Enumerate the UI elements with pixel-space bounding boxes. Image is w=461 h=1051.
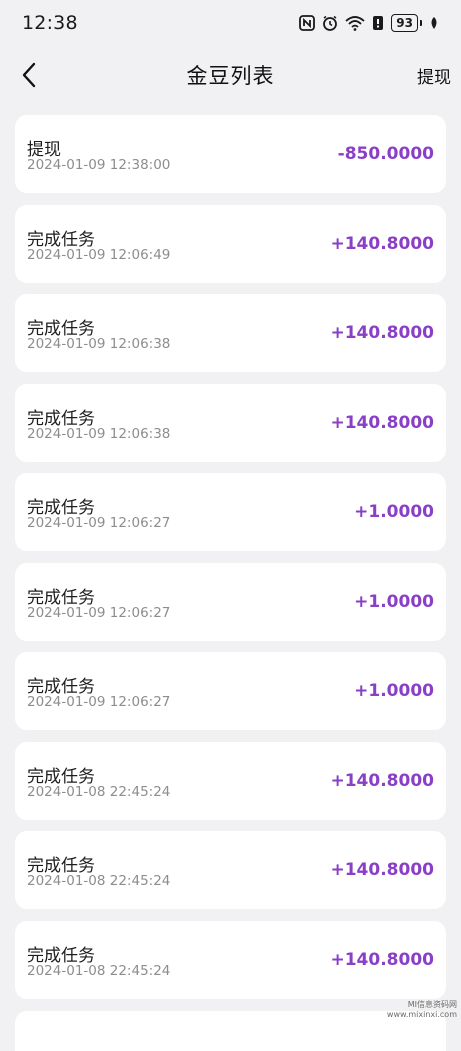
item-amount: -850.0000 <box>337 144 434 164</box>
watermark-line: www.mixinxi.com <box>386 1010 457 1019</box>
battery-indicator: 93 <box>391 14 418 32</box>
watermark: MI信息资码网 www.mixinxi.com <box>387 1000 457 1020</box>
list-item[interactable]: 完成任务 2024-01-08 22:45:24 +140.8000 <box>15 921 446 999</box>
item-amount: +1.0000 <box>354 592 434 612</box>
list-item[interactable]: 完成任务 2024-01-08 22:45:24 +140.8000 <box>15 742 446 820</box>
item-time: 2024-01-09 12:06:27 <box>27 605 171 621</box>
page-title: 金豆列表 <box>186 64 275 88</box>
leaf-icon <box>431 17 437 29</box>
item-time: 2024-01-09 12:38:00 <box>27 157 171 173</box>
status-bar: 12:38 93 <box>0 0 461 46</box>
list-item[interactable]: 完成任务 2024-01-09 12:06:49 +140.8000 <box>15 205 446 283</box>
item-amount: +140.8000 <box>330 950 434 970</box>
notification-icon <box>373 16 384 30</box>
nfc-icon <box>299 15 316 31</box>
item-amount: +1.0000 <box>354 681 434 701</box>
wifi-icon <box>345 16 365 31</box>
list-item-partial[interactable] <box>15 1011 446 1051</box>
item-time: 2024-01-08 22:45:24 <box>27 873 171 889</box>
chevron-left-icon <box>22 62 36 88</box>
nav-bar: 金豆列表 提现 <box>0 46 461 104</box>
list-item[interactable]: 完成任务 2024-01-08 22:45:24 +140.8000 <box>15 831 446 909</box>
withdraw-button[interactable]: 提现 <box>417 63 451 88</box>
item-amount: +140.8000 <box>330 323 434 343</box>
list-item[interactable]: 完成任务 2024-01-09 12:06:27 +1.0000 <box>15 473 446 551</box>
battery-icon <box>420 20 422 26</box>
back-button[interactable] <box>14 60 44 90</box>
item-amount: +140.8000 <box>330 234 434 254</box>
item-amount: +140.8000 <box>330 413 434 433</box>
item-time: 2024-01-09 12:06:27 <box>27 694 171 710</box>
list-item[interactable]: 提现 2024-01-09 12:38:00 -850.0000 <box>15 115 446 193</box>
item-amount: +1.0000 <box>354 502 434 522</box>
status-time: 12:38 <box>22 12 78 34</box>
list-item[interactable]: 完成任务 2024-01-09 12:06:27 +1.0000 <box>15 652 446 730</box>
item-amount: +140.8000 <box>330 771 434 791</box>
item-time: 2024-01-08 22:45:24 <box>27 784 171 800</box>
item-time: 2024-01-09 12:06:38 <box>27 336 171 352</box>
item-time: 2024-01-09 12:06:38 <box>27 426 171 442</box>
item-amount: +140.8000 <box>330 860 434 880</box>
item-time: 2024-01-08 22:45:24 <box>27 963 171 979</box>
list-item[interactable]: 完成任务 2024-01-09 12:06:38 +140.8000 <box>15 294 446 372</box>
list-item[interactable]: 完成任务 2024-01-09 12:06:38 +140.8000 <box>15 384 446 462</box>
item-time: 2024-01-09 12:06:49 <box>27 247 171 263</box>
watermark-line: MI信息资码网 <box>407 1000 457 1009</box>
alarm-icon <box>323 15 338 31</box>
item-time: 2024-01-09 12:06:27 <box>27 515 171 531</box>
list-item[interactable]: 完成任务 2024-01-09 12:06:27 +1.0000 <box>15 563 446 641</box>
status-icons: 93 <box>299 14 439 32</box>
